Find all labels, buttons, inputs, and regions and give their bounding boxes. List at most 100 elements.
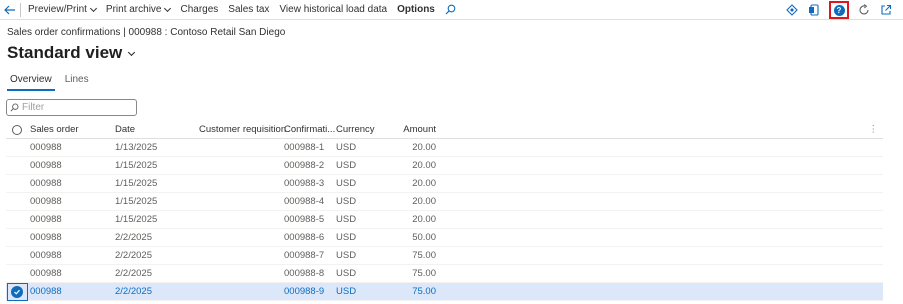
toolbar-item-view-historical-load-data[interactable]: View historical load data bbox=[274, 0, 392, 20]
table-row[interactable]: 000988 1/13/2025 000988-1 USD 20.00 bbox=[6, 139, 883, 157]
back-arrow-icon[interactable] bbox=[0, 0, 20, 20]
cell-amount: 20.00 bbox=[412, 160, 436, 171]
cell-amount: 20.00 bbox=[412, 214, 436, 225]
cell-currency: USD bbox=[336, 214, 357, 225]
row-select-radio[interactable] bbox=[11, 142, 23, 154]
cell-amount: 75.00 bbox=[412, 250, 436, 261]
toolbar-item-label: Sales tax bbox=[228, 4, 270, 15]
toolbar-divider bbox=[20, 2, 21, 17]
table-row[interactable]: 000988 1/15/2025 000988-5 USD 20.00 bbox=[6, 211, 883, 229]
toolbar-item-label: Preview/Print bbox=[28, 4, 87, 15]
cell-currency: USD bbox=[336, 286, 357, 297]
cell-confirmation: 000988-8 bbox=[284, 268, 325, 279]
cell-date: 2/2/2025 bbox=[115, 286, 152, 297]
tab-lines[interactable]: Lines bbox=[65, 74, 89, 91]
row-select-radio[interactable] bbox=[11, 268, 23, 280]
open-in-new-window-icon[interactable] bbox=[879, 3, 893, 17]
chevron-down-icon bbox=[89, 4, 97, 12]
cell-date: 2/2/2025 bbox=[115, 232, 152, 243]
cell-sales-order: 000988 bbox=[30, 250, 62, 261]
cell-date: 1/15/2025 bbox=[115, 196, 158, 207]
tab-overview[interactable]: Overview bbox=[7, 74, 55, 91]
column-header-currency[interactable]: Currency bbox=[336, 124, 375, 135]
grid-body: 000988 1/13/2025 000988-1 USD 20.00 000988 1/1… bbox=[6, 139, 883, 301]
checkmark-icon bbox=[11, 285, 23, 298]
table-row[interactable]: 000988 1/15/2025 000988-3 USD 20.00 bbox=[6, 175, 883, 193]
select-all-radio[interactable] bbox=[11, 124, 23, 136]
toolbar-item-label: Options bbox=[397, 4, 435, 15]
search-icon[interactable] bbox=[440, 0, 461, 20]
cell-currency: USD bbox=[336, 196, 357, 207]
column-header-amount[interactable]: Amount bbox=[386, 124, 436, 135]
toolbar-item-label: View historical load data bbox=[279, 4, 388, 15]
row-select-radio[interactable] bbox=[11, 178, 23, 190]
column-header-sales-order[interactable]: Sales order bbox=[30, 124, 79, 135]
table-row[interactable]: 000988 1/15/2025 000988-4 USD 20.00 bbox=[6, 193, 883, 211]
row-select-radio[interactable] bbox=[11, 232, 23, 244]
cell-amount: 20.00 bbox=[412, 142, 436, 153]
cell-sales-order: 000988 bbox=[30, 286, 62, 297]
row-select-radio[interactable] bbox=[11, 250, 23, 262]
cell-sales-order: 000988 bbox=[30, 178, 62, 189]
cell-date: 2/2/2025 bbox=[115, 268, 152, 279]
cell-confirmation: 000988-2 bbox=[284, 160, 325, 171]
cell-confirmation: 000988-5 bbox=[284, 214, 325, 225]
more-options-icon[interactable]: ⋮ bbox=[869, 124, 879, 135]
power-apps-icon[interactable] bbox=[785, 3, 799, 17]
toolbar-item-options[interactable]: Options bbox=[392, 0, 440, 20]
row-select-radio[interactable] bbox=[11, 196, 23, 208]
toolbar-right-icons: ? bbox=[785, 0, 893, 20]
row-selected-checkmark[interactable] bbox=[11, 285, 23, 298]
sales-order-confirmations-grid: Sales order Date Customer requisition Co… bbox=[6, 121, 883, 301]
table-row[interactable]: 000988 1/15/2025 000988-2 USD 20.00 bbox=[6, 157, 883, 175]
cell-sales-order: 000988 bbox=[30, 196, 62, 207]
cell-currency: USD bbox=[336, 268, 357, 279]
cell-currency: USD bbox=[336, 232, 357, 243]
office-icon[interactable] bbox=[807, 3, 821, 17]
column-header-confirmation[interactable]: Confirmati... bbox=[284, 124, 335, 135]
cell-date: 2/2/2025 bbox=[115, 250, 152, 261]
table-row[interactable]: 000988 2/2/2025 000988-7 USD 75.00 bbox=[6, 247, 883, 265]
row-select-radio[interactable] bbox=[11, 214, 23, 226]
row-select-radio[interactable] bbox=[11, 160, 23, 172]
cell-amount: 75.00 bbox=[412, 268, 436, 279]
table-row[interactable]: 000988 2/2/2025 000988-8 USD 75.00 bbox=[6, 265, 883, 283]
cell-sales-order: 000988 bbox=[30, 232, 62, 243]
cell-date: 1/15/2025 bbox=[115, 214, 158, 225]
toolbar-item-charges[interactable]: Charges bbox=[175, 0, 223, 20]
cell-confirmation: 000988-9 bbox=[284, 286, 325, 297]
cell-confirmation: 000988-4 bbox=[284, 196, 325, 207]
cell-amount: 20.00 bbox=[412, 196, 436, 207]
page-title: Standard view bbox=[7, 43, 123, 62]
cell-date: 1/15/2025 bbox=[115, 160, 158, 171]
toolbar-item-label: Print archive bbox=[105, 4, 162, 15]
toolbar-item-label: Charges bbox=[180, 4, 219, 15]
column-header-date[interactable]: Date bbox=[115, 124, 135, 135]
refresh-icon[interactable] bbox=[857, 3, 871, 17]
cell-sales-order: 000988 bbox=[30, 142, 62, 153]
cell-confirmation: 000988-6 bbox=[284, 232, 325, 243]
chevron-down-icon bbox=[164, 4, 172, 12]
cell-date: 1/13/2025 bbox=[115, 142, 158, 153]
cell-amount: 75.00 bbox=[412, 286, 436, 297]
table-row[interactable]: 000988 2/2/2025 000988-9 USD 75.00 bbox=[6, 283, 883, 301]
toolbar-item-sales-tax[interactable]: Sales tax bbox=[223, 0, 274, 20]
table-row[interactable]: 000988 2/2/2025 000988-6 USD 50.00 bbox=[6, 229, 883, 247]
help-icon: ? bbox=[833, 4, 845, 16]
grid-header-row: Sales order Date Customer requisition Co… bbox=[6, 121, 883, 139]
filter-input[interactable]: Filter bbox=[6, 99, 137, 116]
action-pane: Preview/Print Print archive Charges Sales t… bbox=[0, 0, 903, 20]
help-button[interactable]: ? bbox=[829, 1, 849, 19]
toolbar-item-preview-print[interactable]: Preview/Print bbox=[23, 0, 101, 20]
cell-date: 1/15/2025 bbox=[115, 178, 158, 189]
column-header-customer-requisition[interactable]: Customer requisition bbox=[199, 124, 286, 135]
cell-confirmation: 000988-7 bbox=[284, 250, 325, 261]
cell-confirmation: 000988-3 bbox=[284, 178, 325, 189]
cell-amount: 20.00 bbox=[412, 178, 436, 189]
search-icon bbox=[10, 103, 19, 112]
cell-currency: USD bbox=[336, 178, 357, 189]
cell-currency: USD bbox=[336, 160, 357, 171]
cell-currency: USD bbox=[336, 250, 357, 261]
toolbar-item-print-archive[interactable]: Print archive bbox=[101, 0, 176, 20]
view-selector[interactable]: Standard view bbox=[7, 43, 136, 63]
